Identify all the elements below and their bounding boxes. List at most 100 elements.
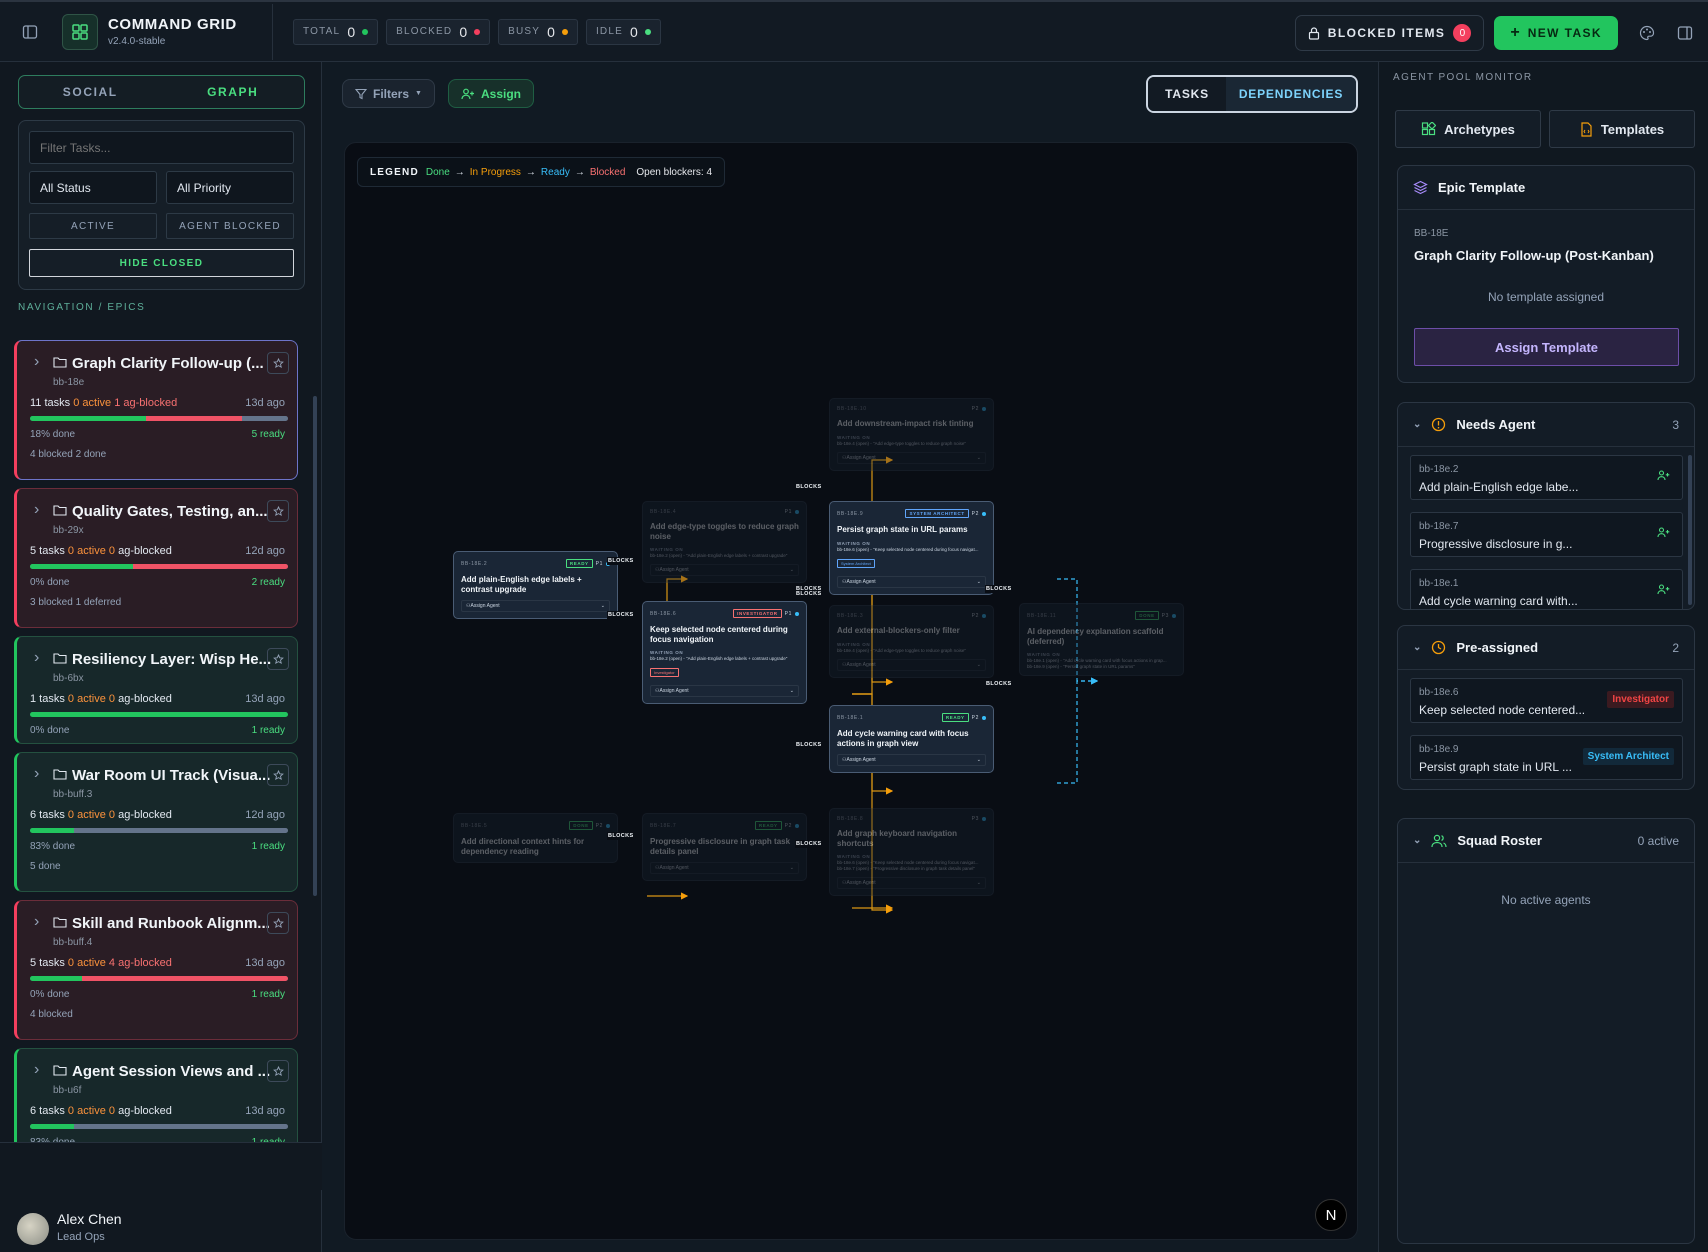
needs-agent-scrollbar[interactable] — [1688, 455, 1692, 605]
epic-id: bb-29x — [53, 525, 84, 536]
user-profile[interactable] — [0, 1142, 322, 1190]
assign-agent-label: Assign Agent — [659, 567, 689, 573]
priority-select[interactable]: All Priority — [166, 171, 294, 204]
dependency-graph-canvas[interactable]: LEGEND Done → In Progress → Ready → Bloc… — [344, 142, 1358, 1240]
chevron-right-icon[interactable]: › — [34, 765, 39, 783]
assign-agent-icon[interactable] — [1657, 584, 1670, 595]
node-id: BB-18E.7 — [650, 822, 677, 829]
epic-card[interactable]: › Quality Gates, Testing, an... bb-29x 5 ta… — [14, 488, 298, 628]
nav-epics-label: NAVIGATION / EPICS — [18, 302, 146, 313]
chevron-right-icon[interactable]: › — [34, 353, 39, 371]
assign-agent-select[interactable]: ⚇ Assign Agent ⌄ — [650, 862, 799, 874]
assign-agent-select[interactable]: ⚇ Assign Agent ⌄ — [837, 877, 986, 889]
active-filter-button[interactable]: ACTIVE — [29, 213, 157, 239]
tab-archetypes[interactable]: Archetypes — [1395, 110, 1541, 148]
graph-node[interactable]: BB-18E.1 READY P2 Add cycle warning card wi… — [829, 705, 994, 773]
pre-assigned-item[interactable]: bb-18e.6 Keep selected node centered... In… — [1410, 678, 1683, 723]
assign-agent-select[interactable]: ⚇ Assign Agent ⌄ — [837, 754, 986, 766]
assign-agent-select[interactable]: ⚇ Assign Agent ⌄ — [837, 575, 986, 588]
assign-agent-select[interactable]: ⚇ Assign Agent ⌄ — [650, 564, 799, 576]
node-priority: P1 — [595, 560, 603, 567]
stats-bar: TOTAL 0 BLOCKED 0 BUSY 0 IDLE 0 — [293, 18, 661, 45]
chevron-right-icon[interactable]: › — [34, 1061, 39, 1079]
hide-closed-button[interactable]: HIDE CLOSED — [29, 249, 294, 277]
chevron-down-icon: ⌄ — [976, 578, 981, 585]
assign-agent-select[interactable]: ⚇ Assign Agent ⌄ — [461, 600, 610, 612]
graph-node[interactable]: BB-18E.7 READY P2 Progressive disclosure in… — [642, 813, 807, 881]
epic-card[interactable]: › Skill and Runbook Alignm... bb-buff.4 5 t… — [14, 900, 298, 1040]
node-priority: P3 — [1161, 612, 1169, 619]
pre-assigned-header[interactable]: ⌄ Pre-assigned 2 — [1398, 626, 1694, 670]
chevron-right-icon[interactable]: › — [34, 649, 39, 667]
task-count: 5 tasks — [30, 545, 65, 557]
node-title: Add cycle warning card with focus action… — [837, 729, 969, 748]
graph-node[interactable]: BB-18E.2 READY P1 Add plain-English edge la… — [453, 551, 618, 619]
header-divider — [272, 3, 273, 60]
assign-button[interactable]: Assign — [448, 79, 535, 108]
graph-node[interactable]: BB-18E.10 P2 Add downstream-impact risk ti… — [829, 398, 994, 471]
chevron-right-icon[interactable]: › — [34, 913, 39, 931]
stat-label: TOTAL — [303, 26, 341, 37]
epic-card[interactable]: › Resiliency Layer: Wisp He... bb-6bx 1 tas… — [14, 636, 298, 744]
graph-node[interactable]: BB-18E.8 P3 Add graph keyboard navigation … — [829, 808, 994, 896]
needs-agent-count: 3 — [1672, 417, 1679, 432]
graph-node[interactable]: BB-18E.9 SYSTEM ARCHITECT P2 Persist graph … — [829, 501, 994, 595]
right-panel-toggle-button[interactable] — [1666, 14, 1704, 52]
graph-node[interactable]: BB-18E.6 INVESTIGATOR P1 Keep selected node… — [642, 601, 807, 704]
squad-roster-header[interactable]: ⌄ Squad Roster 0 active — [1398, 819, 1694, 863]
user-plus-icon — [461, 88, 474, 99]
tab-tasks[interactable]: TASKS — [1148, 77, 1226, 111]
blocked-items-button[interactable]: BLOCKED ITEMS 0 — [1294, 15, 1485, 51]
pre-assigned-item[interactable]: bb-18e.9 Persist graph state in URL ... Sy… — [1410, 735, 1683, 780]
footer-stat: 1 deferred — [75, 597, 122, 608]
sidebar-toggle-button[interactable] — [8, 10, 52, 54]
filter-tasks-input[interactable] — [29, 131, 294, 164]
needs-agent-item[interactable]: bb-18e.7 Progressive disclosure in g... — [1410, 512, 1683, 557]
filters-button[interactable]: Filters ▼ — [342, 79, 435, 108]
star-button[interactable] — [267, 764, 289, 786]
theme-palette-button[interactable] — [1628, 14, 1666, 52]
star-button[interactable] — [267, 500, 289, 522]
assign-agent-select[interactable]: ⚇ Assign Agent ⌄ — [650, 685, 799, 697]
tab-social[interactable]: SOCIAL — [19, 76, 162, 108]
node-id: BB-18E.1 — [837, 714, 864, 721]
star-button[interactable] — [267, 648, 289, 670]
agent-blocked-filter-button[interactable]: AGENT BLOCKED — [166, 213, 294, 239]
graph-node[interactable]: BB-18E.4 P1 Add edge-type toggles to reduc… — [642, 501, 807, 583]
n-badge[interactable]: N — [1315, 1199, 1347, 1231]
assign-agent-select[interactable]: ⚇ Assign Agent ⌄ — [837, 451, 986, 464]
users-icon — [1431, 834, 1447, 847]
sidebar-scrollbar[interactable] — [313, 396, 317, 896]
tab-templates[interactable]: Templates — [1549, 110, 1695, 148]
epic-card[interactable]: › War Room UI Track (Visua... bb-buff.3 6 t… — [14, 752, 298, 892]
needs-agent-item[interactable]: bb-18e.2 Add plain-English edge labe... — [1410, 455, 1683, 500]
star-icon — [272, 505, 284, 516]
graph-node[interactable]: BB-18E.3 P2 Add external-blockers-only fil… — [829, 605, 994, 678]
folder-icon — [53, 652, 67, 664]
tab-dependencies[interactable]: DEPENDENCIES — [1226, 77, 1356, 111]
chevron-right-icon[interactable]: › — [34, 501, 39, 519]
needs-agent-item[interactable]: bb-18e.1 Add cycle warning card with... — [1410, 569, 1683, 609]
epic-card[interactable]: › Graph Clarity Follow-up (... bb-18e 11 ta… — [14, 340, 298, 480]
waiting-on-dependency: bb-18e.2 (open) - "Add plain-English edg… — [650, 553, 788, 558]
star-button[interactable] — [267, 1060, 289, 1082]
assign-agent-select[interactable]: ⚇ Assign Agent ⌄ — [837, 658, 986, 671]
star-button[interactable] — [267, 912, 289, 934]
file-code-icon — [1581, 121, 1592, 137]
task-title: Add cycle warning card with... — [1419, 594, 1578, 608]
star-button[interactable] — [267, 352, 289, 374]
epic-age: 12d ago — [245, 809, 285, 821]
status-dot-icon — [795, 823, 799, 828]
needs-agent-header[interactable]: ⌄ Needs Agent 3 — [1398, 403, 1694, 447]
assign-agent-icon[interactable] — [1657, 470, 1670, 481]
assign-template-button[interactable]: Assign Template — [1414, 328, 1679, 366]
graph-node[interactable]: BB-18E.5 DONE P2 Add directional context hi… — [453, 813, 618, 863]
tab-graph[interactable]: GRAPH — [162, 76, 305, 108]
epic-id: bb-6bx — [53, 673, 84, 684]
assign-agent-icon[interactable] — [1657, 527, 1670, 538]
ag-blocked-count: 0 ag-blocked — [108, 693, 172, 705]
new-task-button[interactable]: + NEW TASK — [1494, 16, 1618, 50]
status-dot-icon — [982, 817, 986, 821]
graph-node[interactable]: BB-18E.11 DONE P3 AI dependency explanation… — [1019, 603, 1184, 676]
status-select[interactable]: All Status — [29, 171, 157, 204]
